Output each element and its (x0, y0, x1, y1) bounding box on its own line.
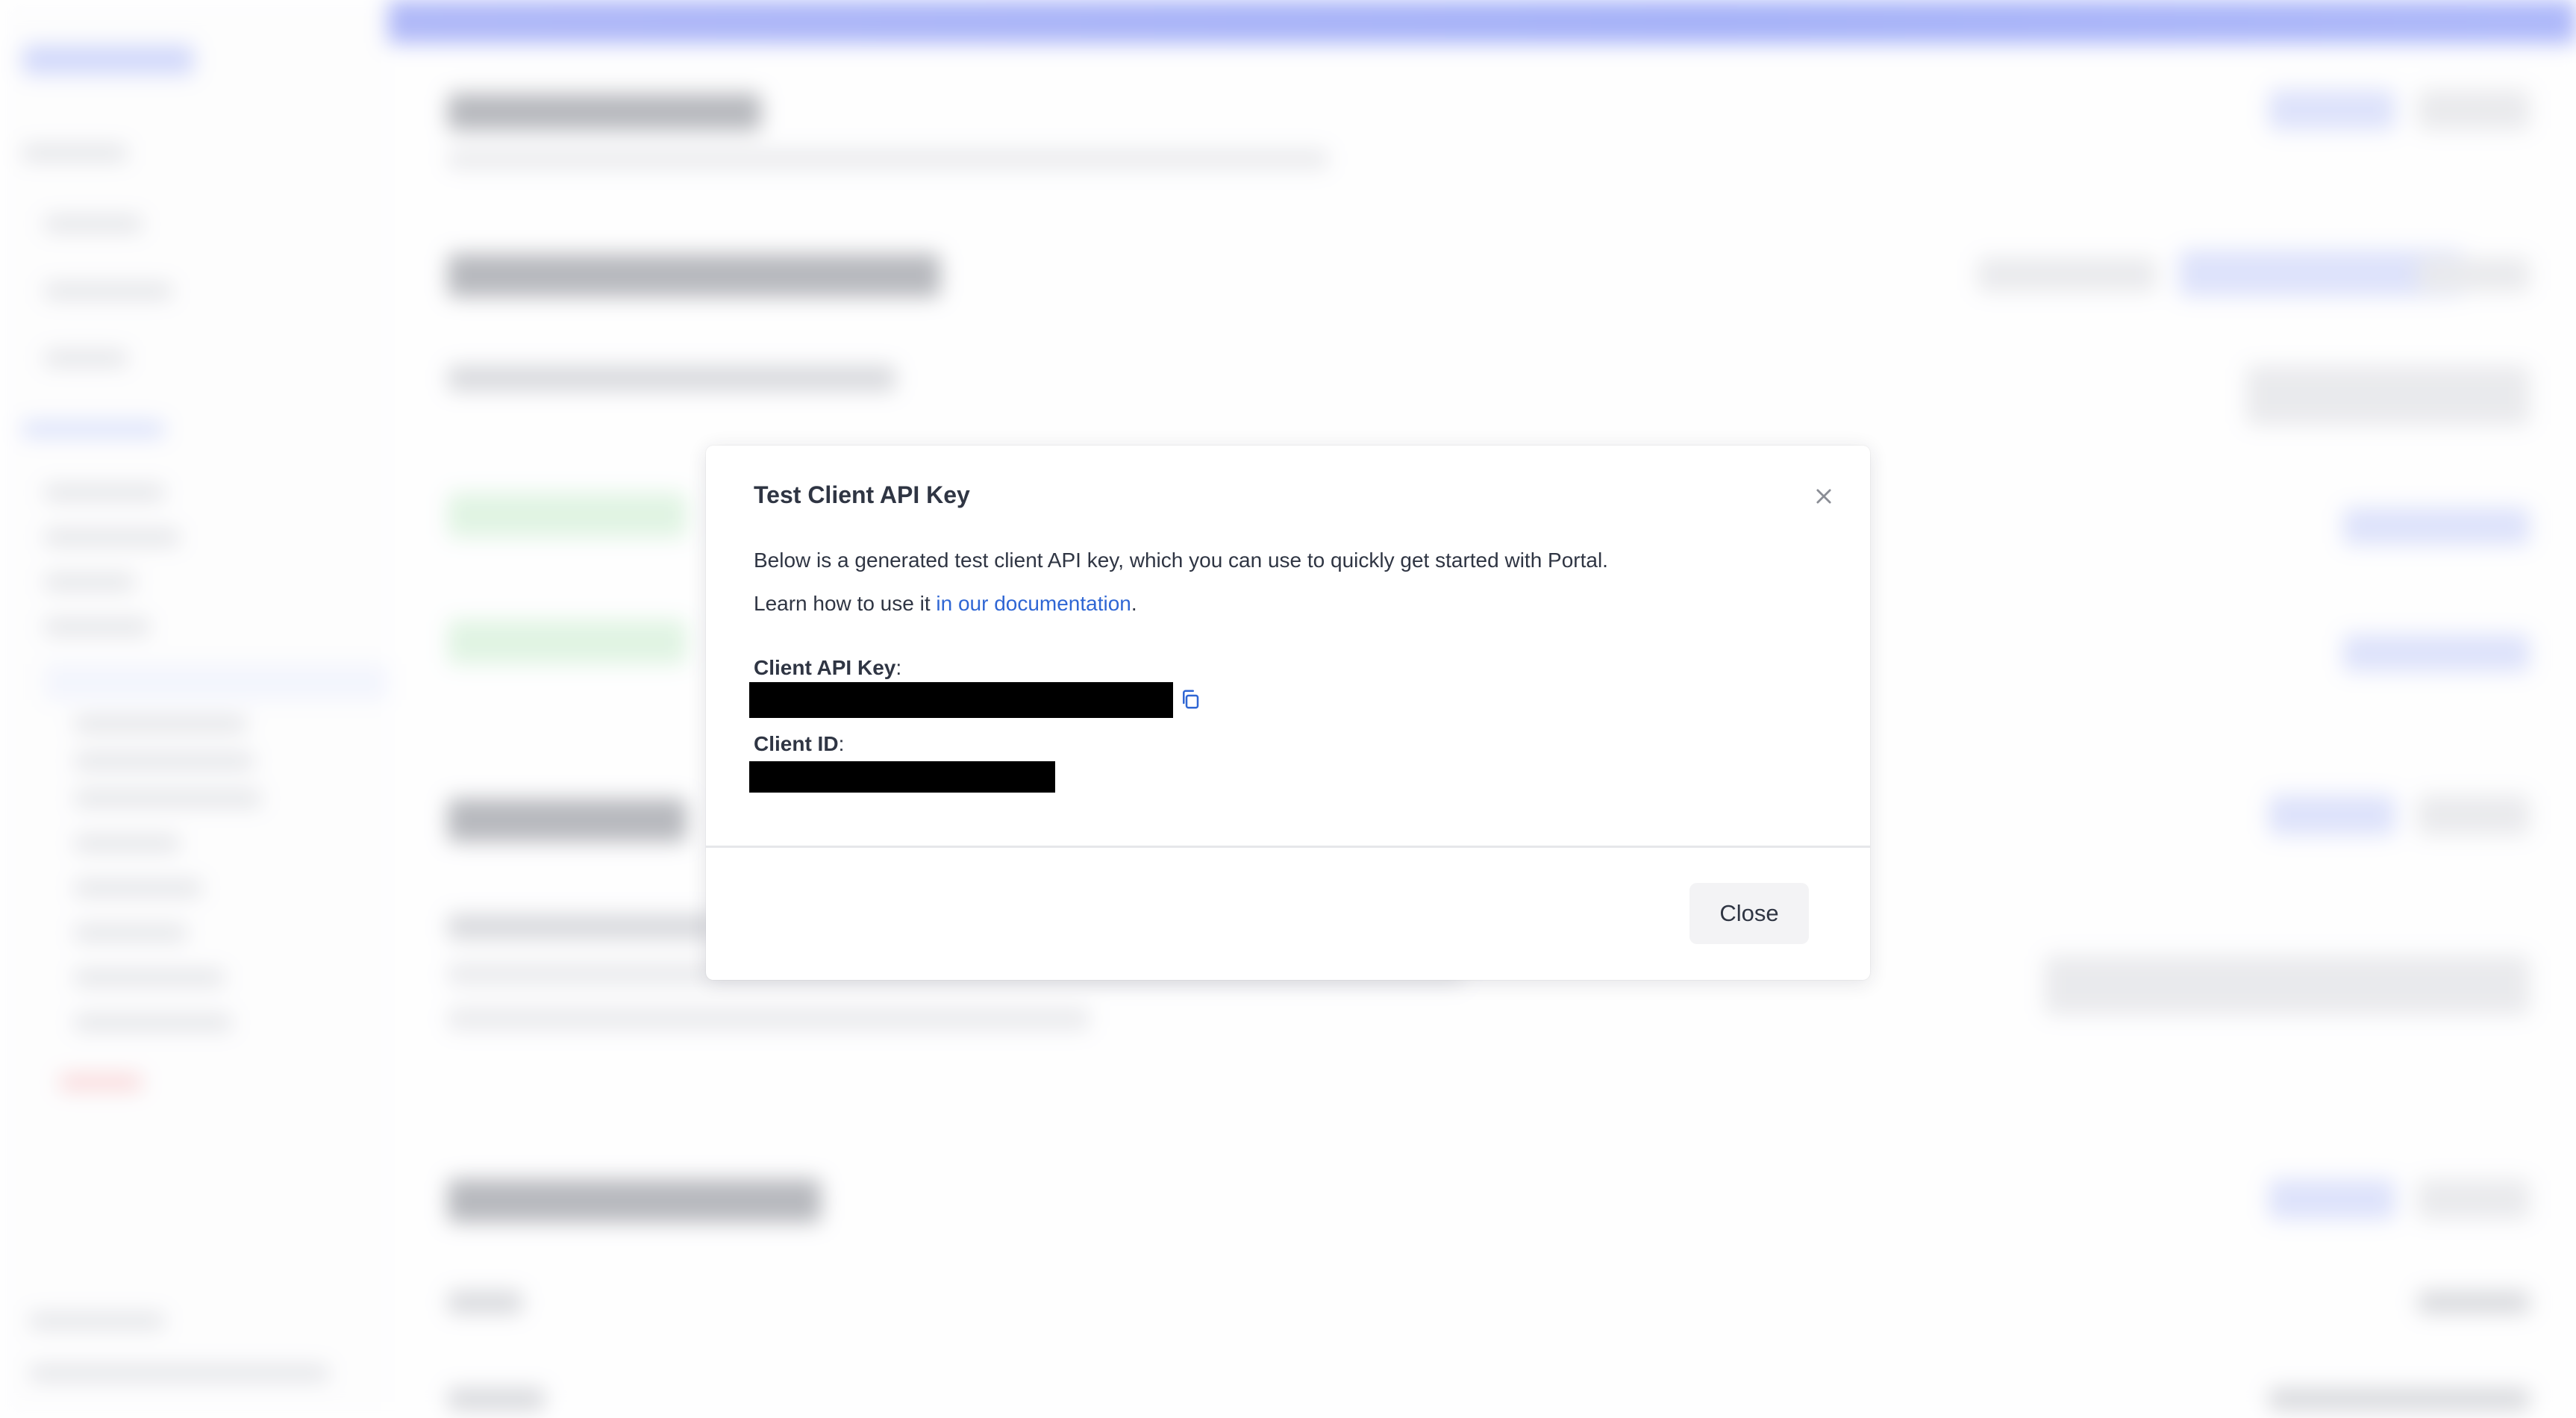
modal-description: Below is a generated test client API key… (754, 549, 1608, 572)
close-icon (1816, 489, 1831, 504)
copy-icon (1183, 690, 1199, 709)
documentation-link[interactable]: in our documentation (936, 592, 1131, 615)
client-id-value (749, 761, 1055, 793)
close-modal-button[interactable] (1809, 481, 1839, 511)
label-colon: : (838, 732, 845, 755)
close-button[interactable]: Close (1689, 883, 1809, 944)
client-id-label: Client ID: (754, 732, 844, 756)
learn-suffix: . (1131, 592, 1137, 615)
client-api-key-label-text: Client API Key (754, 656, 896, 679)
client-api-key-value (749, 682, 1173, 718)
client-id-label-text: Client ID (754, 732, 839, 755)
modal-footer-divider (706, 846, 1870, 848)
learn-more-text: Learn how to use it in our documentation… (754, 592, 1137, 616)
learn-prefix: Learn how to use it (754, 592, 937, 615)
copy-api-key-button[interactable] (1179, 687, 1201, 712)
client-api-key-label: Client API Key: (754, 656, 901, 680)
label-colon: : (895, 656, 902, 679)
modal-title: Test Client API Key (754, 481, 970, 508)
